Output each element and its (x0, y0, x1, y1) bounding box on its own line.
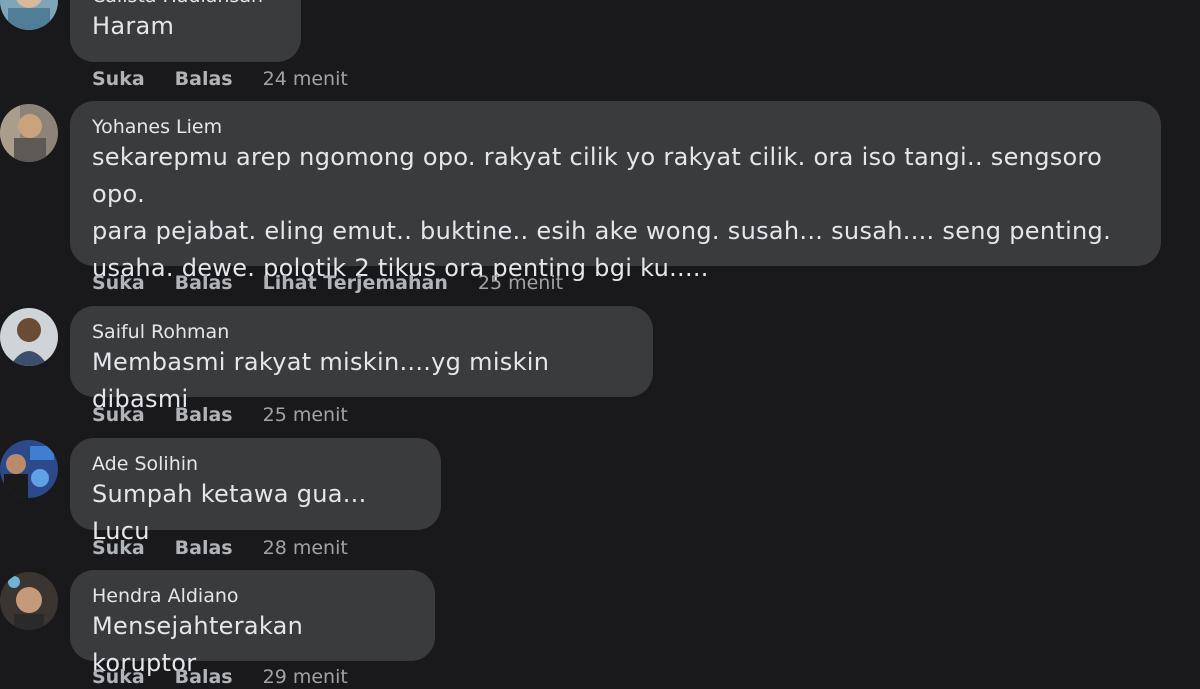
comment-timestamp[interactable]: 28 menit (263, 536, 348, 560)
comment-actions: Suka Balas 28 menit (92, 536, 348, 560)
reply-button[interactable]: Balas (175, 536, 233, 560)
avatar-image (0, 308, 58, 366)
avatar-image (0, 0, 58, 30)
comment-timestamp[interactable]: 29 menit (263, 665, 348, 689)
comment-timestamp[interactable]: 25 menit (478, 271, 563, 295)
reply-button[interactable]: Balas (175, 271, 233, 295)
comment-actions: Suka Balas Lihat Terjemahan 25 menit (92, 271, 563, 295)
avatar[interactable] (0, 0, 58, 30)
reply-button[interactable]: Balas (175, 403, 233, 427)
like-button[interactable]: Suka (92, 271, 145, 295)
like-button[interactable]: Suka (92, 665, 145, 689)
commenter-name[interactable]: Calista Hadiansah (92, 0, 279, 8)
avatar[interactable] (0, 104, 58, 162)
avatar-image (0, 440, 58, 498)
comment-bubble: Saiful Rohman Membasmi rakyat miskin....… (70, 306, 653, 413)
comment-bubble: Yohanes Liem sekarepmu arep ngomong opo.… (70, 101, 1161, 282)
comment-actions: Suka Balas 24 menit (92, 67, 348, 91)
commenter-name[interactable]: Saiful Rohman (92, 320, 631, 344)
comment-text: sekarepmu arep ngomong opo. rakyat cilik… (92, 143, 1112, 282)
avatar-image (0, 572, 58, 630)
commenter-name[interactable]: Yohanes Liem (92, 115, 1139, 139)
commenter-name[interactable]: Hendra Aldiano (92, 584, 413, 608)
comment-text: Haram (92, 12, 175, 40)
comment-bubble: Calista Hadiansah Haram (70, 0, 301, 62)
comment-timestamp[interactable]: 24 menit (263, 67, 348, 91)
comment-actions: Suka Balas 25 menit (92, 403, 348, 427)
like-button[interactable]: Suka (92, 403, 145, 427)
like-button[interactable]: Suka (92, 536, 145, 560)
see-translation-button[interactable]: Lihat Terjemahan (263, 271, 448, 295)
reply-button[interactable]: Balas (175, 665, 233, 689)
comment-actions: Suka Balas 29 menit (92, 665, 348, 689)
avatar[interactable] (0, 440, 58, 498)
avatar[interactable] (0, 308, 58, 366)
comment-bubble: Ade Solihin Sumpah ketawa gua... Lucu (70, 438, 441, 545)
reply-button[interactable]: Balas (175, 67, 233, 91)
avatar-image (0, 104, 58, 162)
comment-timestamp[interactable]: 25 menit (263, 403, 348, 427)
commenter-name[interactable]: Ade Solihin (92, 452, 419, 476)
avatar[interactable] (0, 572, 58, 630)
like-button[interactable]: Suka (92, 67, 145, 91)
comment-bubble: Hendra Aldiano Mensejahterakan koruptor (70, 570, 435, 677)
